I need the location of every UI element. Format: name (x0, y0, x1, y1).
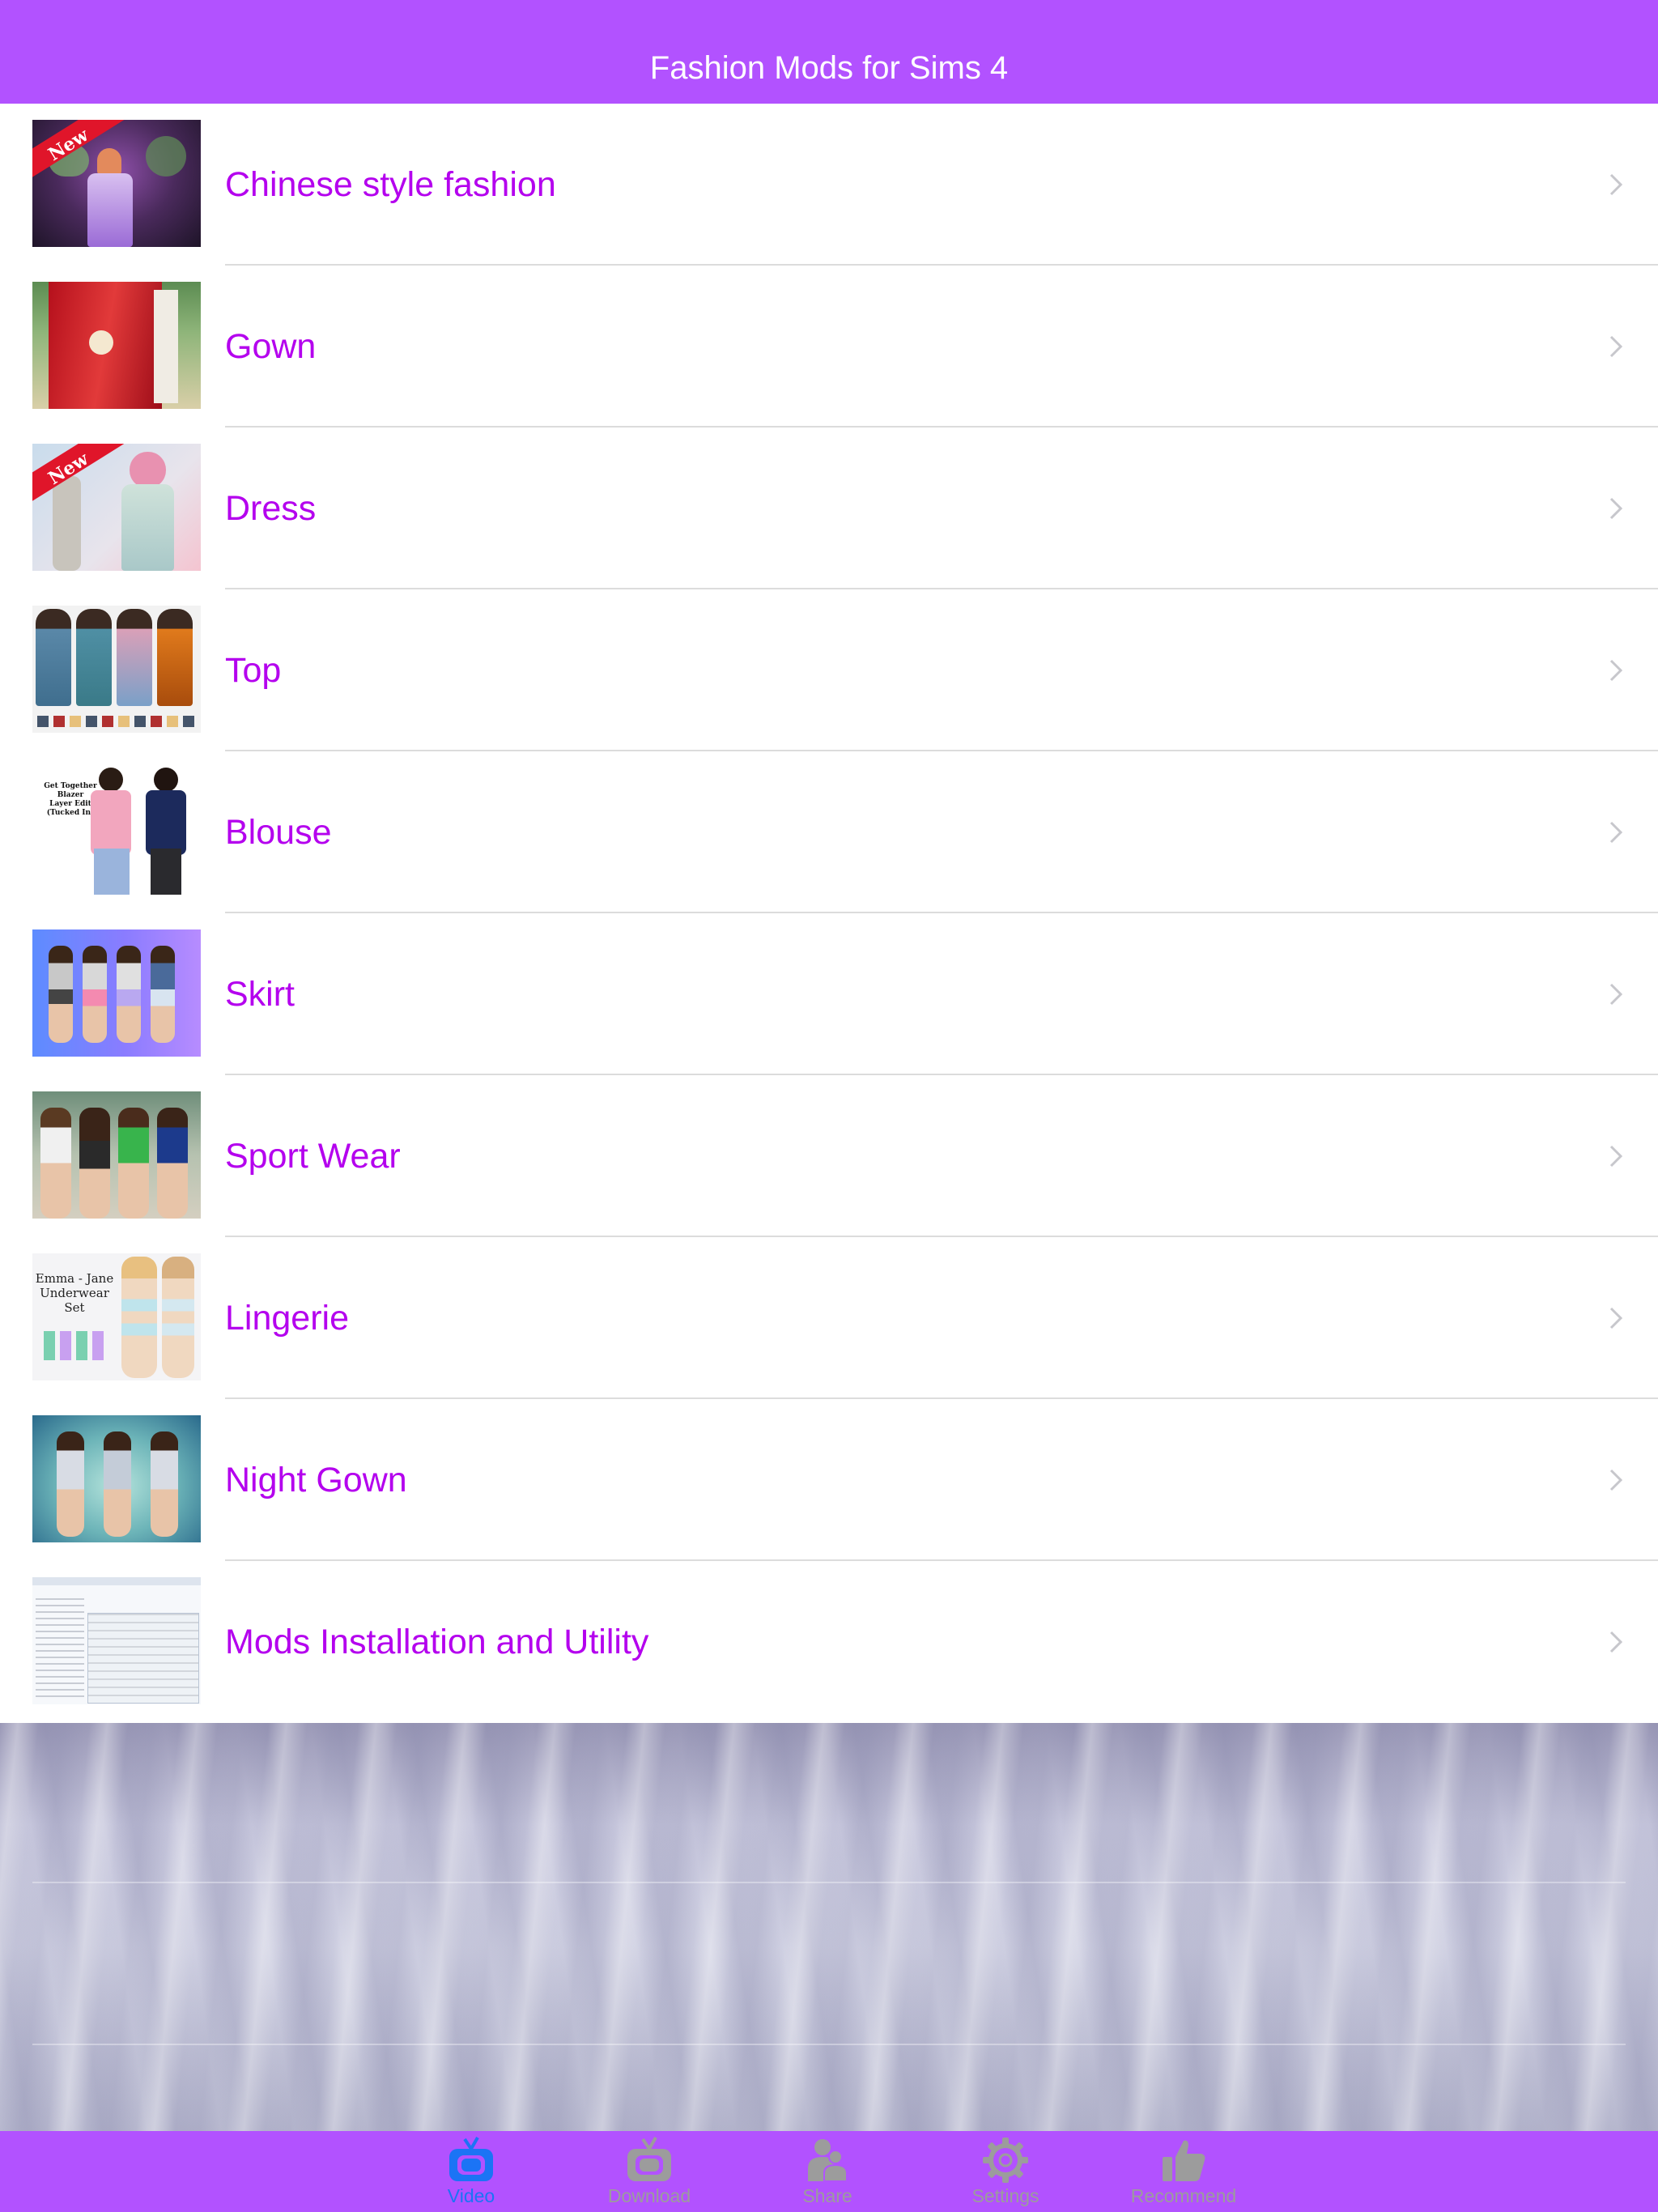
sport-wear-thumbnail (32, 1091, 201, 1219)
tab-share[interactable]: Share (738, 2131, 916, 2212)
chevron-right-icon (1609, 1631, 1622, 1653)
empty-row-separator (32, 2044, 1626, 2045)
list-item-chinese-style-fashion[interactable]: New Chinese style fashion (0, 104, 1658, 266)
list-item-label: Skirt (225, 975, 295, 1014)
list-item-label: Sport Wear (225, 1137, 401, 1176)
list-item-lingerie[interactable]: Emma - Jane Underwear Set Lingerie (0, 1237, 1658, 1399)
skirt-thumbnail (32, 929, 201, 1057)
background-image (0, 1723, 1658, 2131)
list-item-top[interactable]: Top (0, 589, 1658, 751)
tv-icon (449, 2137, 493, 2181)
chevron-right-icon (1609, 335, 1622, 358)
thumbnail-caption-line: Underwear (40, 1286, 109, 1300)
top-thumbnail (32, 606, 201, 733)
dress-thumbnail: New (32, 444, 201, 571)
mods-installation-thumbnail (32, 1577, 201, 1704)
people-icon (808, 2139, 848, 2182)
list-item-skirt[interactable]: Skirt (0, 913, 1658, 1075)
chevron-right-icon (1609, 659, 1622, 682)
list-item-label: Gown (225, 327, 317, 366)
list-item-sport-wear[interactable]: Sport Wear (0, 1075, 1658, 1237)
chevron-right-icon (1609, 497, 1622, 520)
list-item-label: Chinese style fashion (225, 165, 556, 204)
chevron-right-icon (1609, 173, 1622, 196)
chevron-right-icon (1609, 983, 1622, 1006)
page-title: Fashion Mods for Sims 4 (649, 50, 1009, 86)
tab-label: Download (607, 2185, 691, 2206)
tab-label: Video (447, 2185, 495, 2206)
chevron-right-icon (1609, 1145, 1622, 1168)
chevron-right-icon (1609, 1469, 1622, 1491)
thumbnail-caption-line: Emma - Jane (35, 1271, 114, 1286)
list-item-mods-installation[interactable]: Mods Installation and Utility (0, 1561, 1658, 1723)
list-item-night-gown[interactable]: Night Gown (0, 1399, 1658, 1561)
gear-icon (983, 2138, 1028, 2183)
empty-row-separator (32, 1882, 1626, 1883)
list-item-gown[interactable]: Gown (0, 266, 1658, 428)
navigation-bar: Fashion Mods for Sims 4 (0, 0, 1658, 104)
blouse-thumbnail: Get Together Blazer Layer Edit (Tucked I… (32, 768, 201, 895)
category-list: New Chinese style fashion Gown New Dress (0, 104, 1658, 1723)
list-item-label: Top (225, 651, 282, 690)
chevron-right-icon (1609, 821, 1622, 844)
tab-video[interactable]: Video (382, 2131, 560, 2212)
chinese-style-thumbnail: New (32, 120, 201, 247)
list-item-label: Dress (225, 489, 317, 528)
tv-icon (627, 2137, 671, 2181)
thumbnail-caption-line: Set (64, 1300, 85, 1315)
night-gown-thumbnail (32, 1415, 201, 1542)
list-item-label: Mods Installation and Utility (225, 1623, 649, 1661)
gown-thumbnail (32, 282, 201, 409)
list-item-label: Blouse (225, 813, 332, 852)
list-item-blouse[interactable]: Get Together Blazer Layer Edit (Tucked I… (0, 751, 1658, 913)
tab-bar: Video Download Share Settings Recommend (0, 2131, 1658, 2212)
tab-label: Settings (971, 2185, 1039, 2206)
thumbs-up-icon (1163, 2140, 1205, 2181)
chevron-right-icon (1609, 1307, 1622, 1329)
list-item-dress[interactable]: New Dress (0, 428, 1658, 589)
list-item-label: Lingerie (225, 1299, 349, 1338)
tab-recommend[interactable]: Recommend (1095, 2131, 1273, 2212)
tab-label: Recommend (1130, 2185, 1237, 2206)
lingerie-thumbnail: Emma - Jane Underwear Set (32, 1253, 201, 1380)
tab-label: Share (802, 2185, 852, 2206)
tab-download[interactable]: Download (560, 2131, 738, 2212)
tab-settings[interactable]: Settings (916, 2131, 1095, 2212)
list-item-label: Night Gown (225, 1461, 407, 1499)
